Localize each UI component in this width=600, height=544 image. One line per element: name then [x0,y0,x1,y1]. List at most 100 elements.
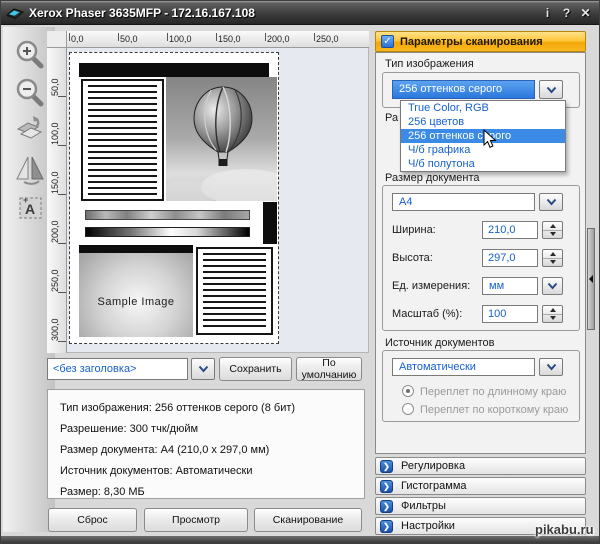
scan-settings-checkbox[interactable]: ✓ [381,35,394,48]
height-label: Высота: [392,252,433,264]
accordion-filters[interactable]: ❯ Фильтры [375,497,586,515]
panel-collapse-handle[interactable] [587,228,595,330]
help-button[interactable]: ? [559,6,574,20]
ruler-label: 250,0 [50,269,60,292]
document-source-combo[interactable]: Автоматически [392,358,535,376]
ruler-label: 300,0 [50,318,60,341]
ruler-label: 150,0 [218,34,241,44]
radio-long-edge[interactable] [402,385,414,397]
spin-up-icon [549,251,556,256]
rotate-page-icon[interactable] [14,115,46,147]
radio-short-edge[interactable] [402,403,414,415]
sample-image-caption: Sample Image [97,295,175,308]
document-source-dropdown-button[interactable] [539,358,563,376]
document-size-label: Размер документа [385,172,480,184]
summary-document-source: Источник документов: Автоматически [60,465,253,477]
units-combo[interactable]: мм [482,277,538,295]
mirror-page-icon[interactable] [14,153,46,185]
scan-settings-header[interactable]: ✓ Параметры сканирования [375,31,586,52]
ruler-label: 100,0 [50,122,60,145]
width-stepper[interactable] [542,221,563,239]
window-title: Xerox Phaser 3635MFP - 172.16.167.108 [29,6,255,20]
summary-resolution: Разрешение: 300 тчк/дюйм [60,423,199,435]
units-label: Ед. измерения: [392,280,471,292]
summary-file-size: Размер: 8,30 МБ [60,486,145,498]
summary-image-type: Тип изображения: 256 оттенков серого (8 … [60,402,296,414]
ruler-tick [58,96,66,97]
auto-detect-text-icon[interactable]: A + [14,191,46,223]
accordion-adjustment[interactable]: ❯ Регулировка [375,457,586,475]
dropdown-option-truecolor[interactable]: True Color, RGB [401,101,565,115]
scale-stepper[interactable] [542,305,563,323]
height-stepper[interactable] [542,249,563,267]
image-type-dropdown-button[interactable] [539,80,563,99]
dropdown-option-256colors[interactable]: 256 цветов [401,115,565,129]
accordion-filters-label: Фильтры [401,500,446,512]
ruler-label: 200,0 [267,34,290,44]
ruler-label: 150,0 [50,171,60,194]
ruler-label: 250,0 [316,34,339,44]
accordion-histogram-label: Гистограмма [401,480,467,492]
summary-document-size: Размер документа: A4 (210,0 x 297,0 мм) [60,444,270,456]
spin-down-icon [549,260,556,265]
scan-button[interactable]: Сканирование [254,508,362,532]
window-bottom-frame [1,536,599,543]
scan-settings-title: Параметры сканирования [400,36,543,48]
ruler-tick [167,33,168,41]
profile-name-input[interactable] [47,358,188,380]
ruler-tick [58,145,66,146]
scan-summary-box: Тип изображения: 256 оттенков серого (8 … [47,389,365,499]
chevron-right-icon: ❯ [380,480,393,493]
width-field[interactable] [482,221,538,239]
page-header-bar [79,63,269,77]
watermark: pikabu.ru [535,522,594,537]
profile-dropdown-button[interactable] [191,358,215,380]
ruler-label: 100,0 [169,34,192,44]
ruler-tick [216,33,217,41]
spin-down-icon [549,316,556,321]
scale-label: Масштаб (%): [392,308,463,320]
chevron-right-icon: ❯ [380,520,393,533]
chevron-down-icon [546,363,556,371]
document-source-label: Источник документов [385,337,495,349]
units-dropdown-button[interactable] [542,277,563,295]
gradient-bar-bw [85,227,250,237]
default-profile-button[interactable]: По умолчанию [296,357,362,381]
ruler-tick [118,33,119,41]
ruler-tick [69,33,70,41]
reset-button[interactable]: Сброс [48,508,137,532]
paper-preset-combo[interactable]: A4 [392,193,535,211]
spin-down-icon [549,232,556,237]
ruler-label: 50,0 [50,78,60,96]
text-lines-block [81,79,164,201]
spin-up-icon [549,307,556,312]
close-button[interactable]: ✕ [578,6,593,20]
horizontal-ruler: 0,0 50,0 100,0 150,0 200,0 250,0 [67,31,369,48]
ruler-label: 50,0 [120,34,138,44]
save-profile-button[interactable]: Сохранить [219,357,292,381]
spin-up-icon [549,223,556,228]
scan-selection-marquee[interactable]: Sample Image [69,52,291,344]
scanner-dialog-window: Xerox Phaser 3635MFP - 172.16.167.108 i … [0,0,600,544]
vertical-ruler: 50,0 100,0 150,0 200,0 250,0 300,0 [47,48,67,353]
black-rectangle [263,202,277,244]
zoom-in-icon[interactable] [14,39,46,71]
dropdown-option-bw-halftone[interactable]: Ч/б полутона [401,157,565,171]
height-field[interactable] [482,249,538,267]
paper-preset-dropdown-button[interactable] [539,193,563,211]
info-button[interactable]: i [540,6,555,20]
scale-field[interactable] [482,305,538,323]
accordion-histogram[interactable]: ❯ Гистограмма [375,477,586,495]
zoom-out-icon[interactable] [14,77,46,109]
chevron-down-icon [546,198,556,206]
balloon-photo [156,77,291,209]
image-type-combo[interactable]: 256 оттенков серого [392,80,535,99]
svg-text:+: + [23,195,28,205]
accordion-adjustment-label: Регулировка [401,460,466,472]
ruler-tick [58,292,66,293]
width-label: Ширина: [392,224,436,236]
ruler-label: 200,0 [50,220,60,243]
chevron-down-icon [547,282,558,290]
preview-button[interactable]: Просмотр [144,508,248,532]
ruler-tick [58,341,66,342]
